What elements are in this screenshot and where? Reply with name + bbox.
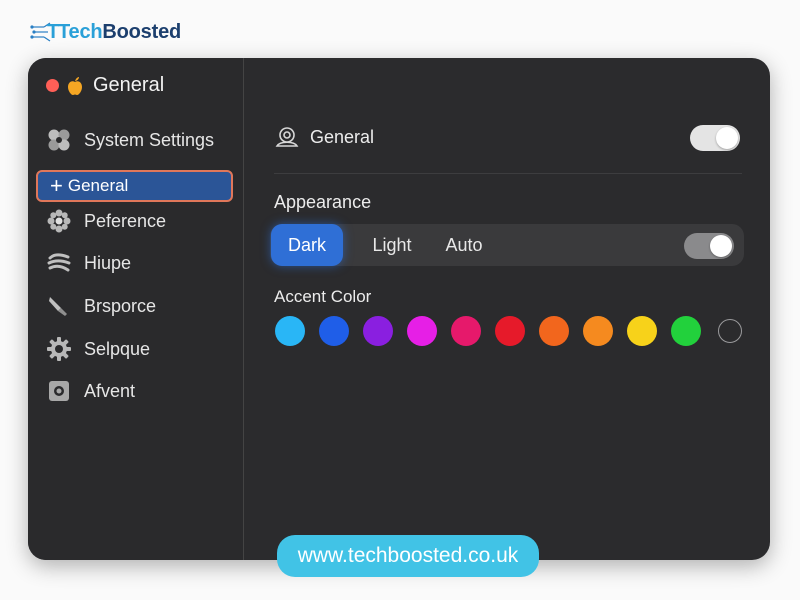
accent-swatch[interactable] xyxy=(319,316,349,346)
accent-swatch[interactable] xyxy=(407,316,437,346)
plus-icon: + xyxy=(50,173,63,198)
sidebar-item-label: Afvent xyxy=(84,380,136,401)
gear-icon xyxy=(46,336,72,362)
brand-boosted-text: Boosted xyxy=(102,20,182,43)
titlebar: General xyxy=(46,74,164,97)
accent-swatch[interactable] xyxy=(363,316,393,346)
appearance-option-auto[interactable]: Auto xyxy=(436,224,492,266)
close-window-button[interactable] xyxy=(46,79,59,92)
appearance-option-light[interactable]: Light xyxy=(362,224,422,266)
toggle-knob xyxy=(716,127,738,149)
settings-window: General System Settings + General Pefere… xyxy=(28,58,770,560)
accent-color-label: Accent Color xyxy=(274,287,372,306)
main-panel: General Appearance Dark Light Auto Accen… xyxy=(244,58,770,560)
flower-icon xyxy=(46,208,72,234)
brand-tech-text: Tech xyxy=(58,20,103,43)
sidebar-item-system-settings[interactable]: System Settings xyxy=(46,125,214,155)
accent-swatch[interactable] xyxy=(627,316,657,346)
accent-swatch[interactable] xyxy=(671,316,701,346)
frame-icon xyxy=(46,378,72,404)
general-row: General xyxy=(274,124,374,150)
techboosted-logo: T TechBoosted xyxy=(30,18,181,46)
sidebar-item-brsporce[interactable]: Brsporce xyxy=(46,291,156,321)
appearance-segmented-control: Dark Light Auto xyxy=(270,224,744,266)
appearance-option-dark[interactable]: Dark xyxy=(271,224,343,266)
system-settings-icon xyxy=(46,127,72,153)
sidebar-item-afvent[interactable]: Afvent xyxy=(46,376,135,406)
accent-swatch[interactable] xyxy=(539,316,569,346)
sidebar-item-label: General xyxy=(67,176,129,195)
accent-swatch[interactable] xyxy=(275,316,305,346)
toggle-knob xyxy=(710,235,732,257)
general-label: General xyxy=(310,126,375,147)
divider xyxy=(274,173,742,174)
sidebar-item-peference[interactable]: Peference xyxy=(46,206,166,236)
circuit-icon: T xyxy=(30,21,59,43)
brush-icon xyxy=(46,293,72,319)
appearance-label: Appearance xyxy=(274,192,372,212)
general-toggle[interactable] xyxy=(690,125,740,151)
sidebar-item-label: Brsporce xyxy=(84,295,157,316)
sidebar: General System Settings + General Pefere… xyxy=(28,58,244,560)
accent-swatch[interactable] xyxy=(583,316,613,346)
general-icon xyxy=(275,127,299,147)
accent-swatch[interactable] xyxy=(495,316,525,346)
appearance-toggle[interactable] xyxy=(684,233,734,259)
sidebar-item-hiupe[interactable]: Hiupe xyxy=(46,248,131,278)
sidebar-item-label: Selpque xyxy=(84,338,151,359)
window-title: General xyxy=(93,74,165,96)
sidebar-item-selpque[interactable]: Selpque xyxy=(46,334,150,364)
sidebar-item-label: System Settings xyxy=(84,129,215,150)
sidebar-item-label: Peference xyxy=(84,210,167,231)
accent-swatch-custom[interactable] xyxy=(718,319,742,343)
website-url-badge: www.techboosted.co.uk xyxy=(277,535,539,577)
sidebar-item-general[interactable]: + General xyxy=(36,170,233,202)
apple-logo-icon xyxy=(68,76,82,95)
sidebar-item-label: Hiupe xyxy=(84,252,132,273)
waves-icon xyxy=(46,250,72,276)
accent-swatch[interactable] xyxy=(451,316,481,346)
